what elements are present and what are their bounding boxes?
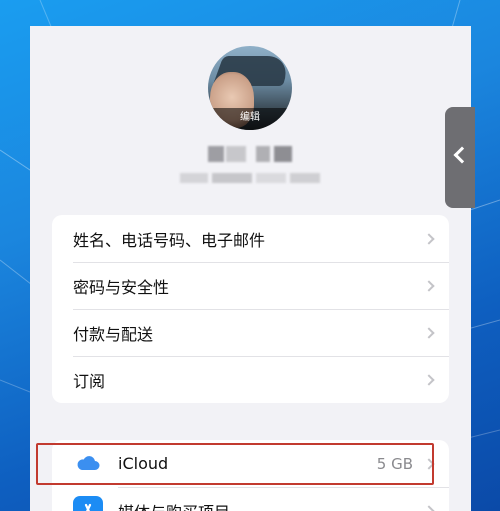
row-label: 密码与安全性 [73,277,170,297]
chevron-right-icon [423,373,435,386]
row-payment-shipping[interactable]: 付款与配送 [52,309,449,356]
icloud-highlight-box [36,443,434,485]
chevron-right-icon [423,504,435,511]
profile-avatar[interactable]: 编辑 [208,46,292,130]
chevron-right-icon [423,279,435,292]
row-label: 姓名、电话号码、电子邮件 [73,230,266,250]
chevron-right-icon [423,232,435,245]
row-name-phone-email[interactable]: 姓名、电话号码、电子邮件 [52,215,449,262]
row-label: 付款与配送 [73,324,154,344]
row-media-purchases[interactable]: 媒体与购买项目 [52,487,449,511]
row-label: 订阅 [73,371,106,391]
row-password-security[interactable]: 密码与安全性 [52,262,449,309]
account-settings-group: 姓名、电话号码、电子邮件 密码与安全性 付款与配送 订阅 [52,215,449,403]
chevron-right-icon [423,326,435,339]
row-subscriptions[interactable]: 订阅 [52,356,449,403]
chevron-left-icon [453,146,471,164]
app-store-icon [73,495,103,511]
side-collapse-tab[interactable] [445,107,475,208]
row-label: 媒体与购买项目 [118,499,230,511]
settings-screen: 编辑 姓名、电话号码、电子邮件 密码与安全性 付款与配送 订阅 iCloud 5… [30,26,471,511]
avatar-edit-label[interactable]: 编辑 [208,108,292,130]
